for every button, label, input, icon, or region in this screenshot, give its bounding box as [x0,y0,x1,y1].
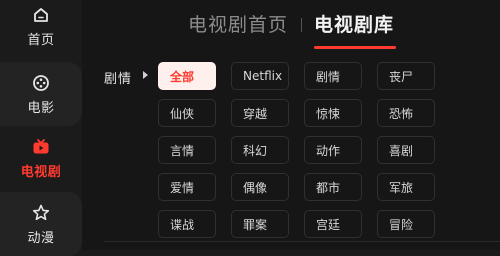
sidebar-item-home[interactable]: 首页 [0,0,82,58]
genre-chip[interactable]: Netflix [231,62,289,90]
genre-chip[interactable]: 动作 [304,136,362,164]
home-icon [34,7,48,22]
sidebar-item-label: 首页 [27,32,55,48]
genre-chip[interactable]: 罪案 [231,210,289,238]
genre-chip[interactable]: 喜剧 [377,136,435,164]
sidebar-item-anime[interactable]: 动漫 [0,192,82,256]
tab-bar: 电视剧首页 电视剧库 [82,0,500,52]
active-tab-indicator [314,46,396,49]
sidebar-item-movie[interactable]: 电影 [0,62,82,126]
genre-chip[interactable]: 丧尸 [377,62,435,90]
genre-chip[interactable]: 偶像 [231,173,289,201]
tab-divider [301,18,302,32]
genre-chip[interactable]: 科幻 [231,136,289,164]
genre-chip[interactable]: 军旅 [377,173,435,201]
sidebar: 首页 电影 电视剧 动漫 [0,0,82,256]
genre-chip[interactable]: 剧情 [304,62,362,90]
genre-chip[interactable]: 冒险 [377,210,435,238]
sidebar-item-tv[interactable]: 电视剧 [0,126,82,190]
star-icon [32,204,50,220]
genre-chip[interactable]: 全部 [158,62,216,90]
tv-icon [33,138,49,153]
divider [104,241,500,242]
genre-filter-grid: 全部 Netflix 剧情 丧尸仙侠 穿越 惊悚 恐怖言情 科幻 动作 喜剧爱情 偶像 都市 军旅谍战罪… [158,62,498,238]
genre-chip[interactable]: 爱情 [158,173,216,201]
sidebar-item-label: 动漫 [27,230,55,246]
genre-chip[interactable]: 仙侠 [158,99,216,127]
chevron-right-icon [143,71,148,79]
main-content: 电视剧首页 电视剧库 剧情 全部 Netflix 剧情 丧尸 仙侠 穿越 惊悚 恐怖 言情 科幻动… [82,0,500,250]
tab-tv-library[interactable]: 电视剧库 [314,10,394,37]
film-reel-icon [33,74,49,91]
genre-chip[interactable]: 言情 [158,136,216,164]
tab-tv-home[interactable]: 电视剧首页 [188,10,288,37]
genre-chip[interactable]: 恐怖 [377,99,435,127]
sidebar-item-label: 电影 [27,100,55,116]
genre-chip[interactable]: 穿越 [231,99,289,127]
filter-category-label: 剧情 [104,72,133,87]
genre-chip[interactable]: 都市 [304,173,362,201]
genre-chip[interactable]: 惊悚 [304,99,362,127]
genre-chip[interactable]: 谍战 [158,210,216,238]
sidebar-item-label: 电视剧 [20,164,62,180]
genre-chip[interactable]: 宫廷 [304,210,362,238]
